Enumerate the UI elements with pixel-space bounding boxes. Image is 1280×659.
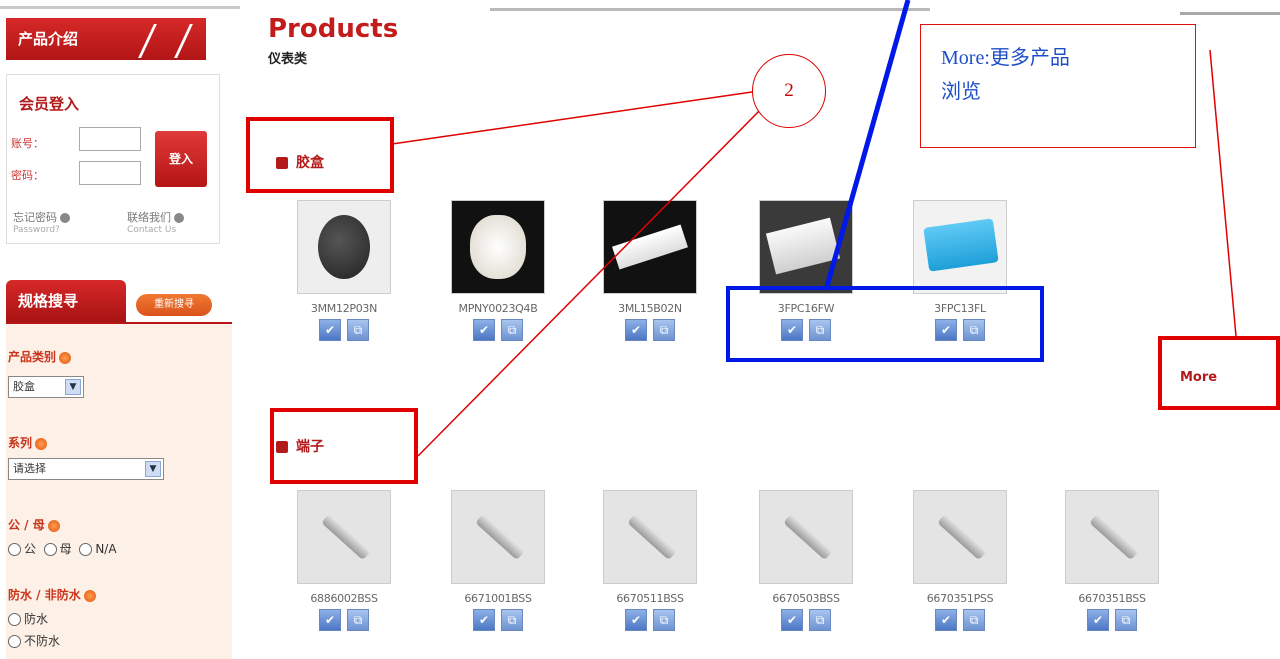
annotation-circle: 2 xyxy=(752,54,826,128)
annotation-line xyxy=(1209,49,1237,337)
annotation-note: More:更多产品 浏览 xyxy=(920,24,1196,148)
annotation-note-line2: 浏览 xyxy=(941,81,981,103)
annotation-box-terminal xyxy=(270,408,418,484)
annotation-box-housing xyxy=(246,117,394,193)
annotation-line-blue xyxy=(823,0,911,291)
annotation-note-line1: More:更多产品 xyxy=(941,47,1070,69)
annotation-box-more xyxy=(1158,336,1280,410)
annotation-box-products xyxy=(726,286,1044,362)
annotation-line xyxy=(391,91,753,145)
annotation-line xyxy=(417,99,771,457)
